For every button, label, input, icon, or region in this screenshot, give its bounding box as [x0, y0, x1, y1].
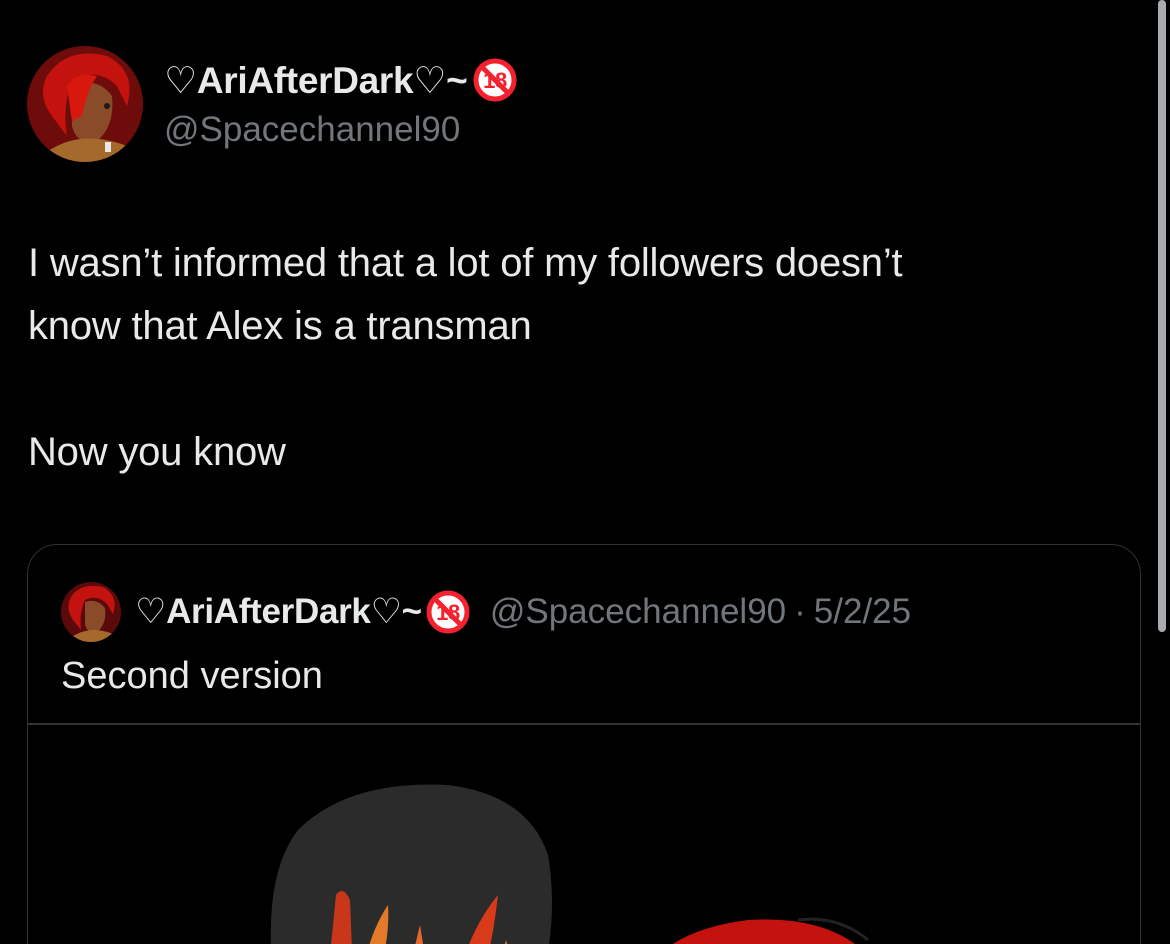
avatar[interactable] — [27, 46, 143, 162]
quoted-tweet-text: Second version — [61, 655, 323, 697]
quoted-tweet-date[interactable]: 5/2/25 — [814, 592, 911, 632]
tweet-author-row: ♡AriAfterDark♡~ 18 @Spacechannel90 — [27, 46, 1127, 166]
tweet-text: I wasn’t informed that a lot of my follo… — [28, 232, 1128, 484]
quoted-author-display-name[interactable]: ♡AriAfterDark♡~ 18 — [135, 590, 470, 634]
quoted-tweet-header: ♡AriAfterDark♡~ 18 @Spacechannel90 · 5/2… — [61, 582, 911, 642]
tweet-text-line: know that Alex is a transman — [28, 304, 532, 348]
quoted-media-image[interactable] — [28, 725, 1140, 944]
tweet-text-line: Now you know — [28, 430, 286, 474]
quoted-avatar[interactable] — [61, 582, 121, 642]
tweet-text-line: I wasn’t informed that a lot of my follo… — [28, 241, 903, 285]
eighteen-plus-icon: 18 — [473, 58, 517, 102]
author-display-name[interactable]: ♡AriAfterDark♡~ 18 — [164, 58, 517, 102]
author-display-name-text: ♡AriAfterDark♡~ — [164, 59, 468, 101]
author-handle[interactable]: @Spacechannel90 — [164, 110, 517, 150]
quoted-tweet-card[interactable]: ♡AriAfterDark♡~ 18 @Spacechannel90 · 5/2… — [27, 544, 1141, 944]
quoted-author-handle[interactable]: @Spacechannel90 — [490, 592, 786, 632]
author-name-block: ♡AriAfterDark♡~ 18 @Spacechannel90 — [164, 58, 517, 150]
quoted-author-display-name-text: ♡AriAfterDark♡~ — [135, 592, 422, 631]
tweet-detail-page: ♡AriAfterDark♡~ 18 @Spacechannel90 I was… — [0, 0, 1170, 944]
eighteen-plus-icon: 18 — [426, 590, 470, 634]
separator-dot: · — [794, 592, 806, 631]
scrollbar[interactable] — [1158, 0, 1166, 632]
